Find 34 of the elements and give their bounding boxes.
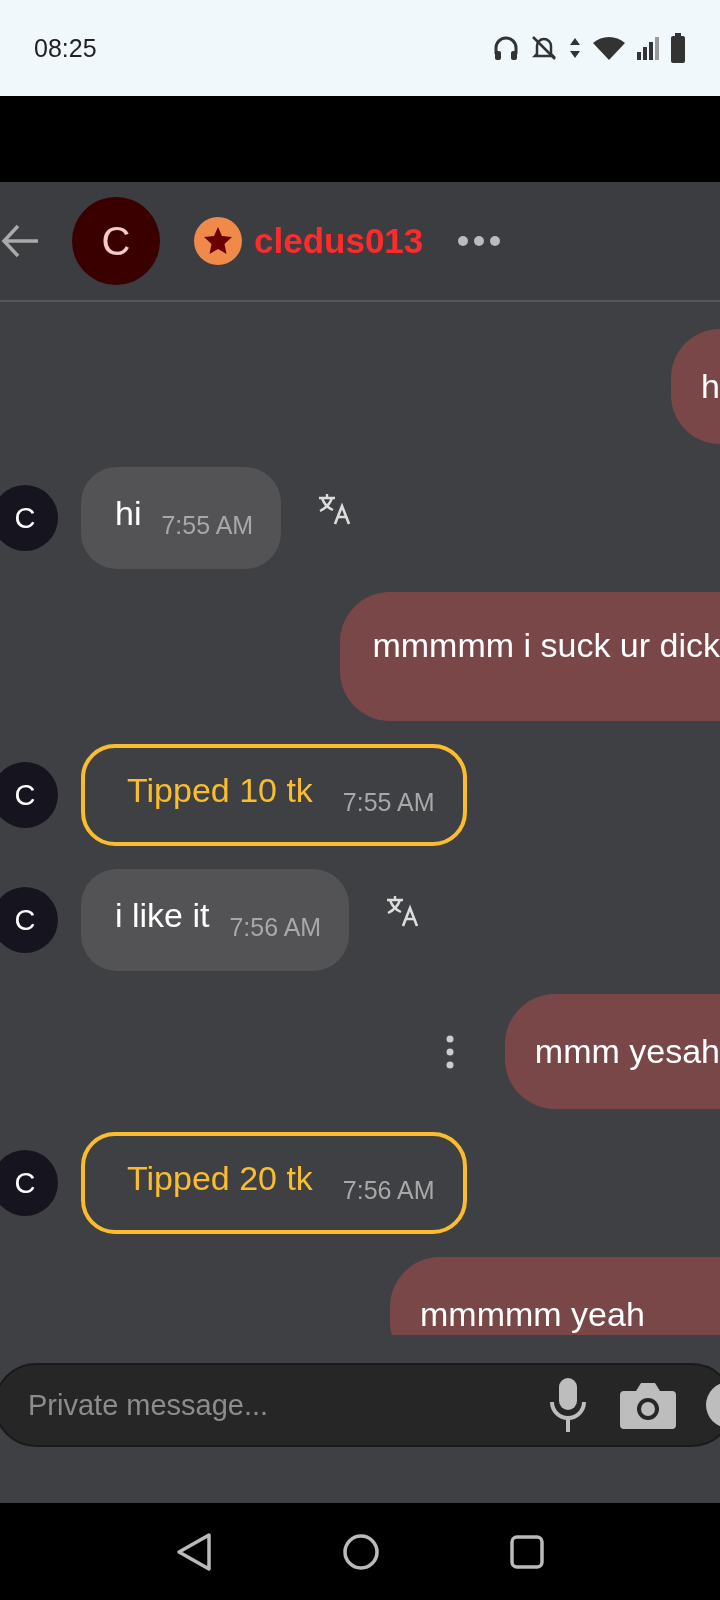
- wifi-icon: [592, 35, 626, 61]
- message-text: mmm yesah: [534, 1032, 720, 1071]
- more-icon[interactable]: [457, 235, 502, 247]
- sender-avatar[interactable]: C: [0, 887, 58, 953]
- nav-recents-icon[interactable]: [509, 1533, 546, 1570]
- user-avatar[interactable]: C: [72, 197, 160, 285]
- message-text: i like it: [115, 895, 210, 935]
- sender-avatar[interactable]: C: [0, 1150, 58, 1216]
- nav-back-icon[interactable]: [174, 1531, 213, 1572]
- nav-home-icon[interactable]: [342, 1532, 380, 1571]
- message-field[interactable]: Private message...: [0, 1363, 720, 1447]
- message-input[interactable]: Private message...: [26, 1387, 548, 1423]
- message-text: hi: [115, 493, 142, 533]
- battery-icon: [670, 33, 686, 63]
- sender-avatar[interactable]: C: [0, 762, 58, 828]
- microphone-icon[interactable]: [548, 1378, 588, 1432]
- camera-icon[interactable]: [620, 1381, 676, 1429]
- tip-text: Tipped 10 tk: [127, 770, 313, 810]
- tip-text: Tipped 20 tk: [127, 1158, 313, 1198]
- more-icon[interactable]: [444, 1033, 455, 1070]
- status-time: 08:25: [34, 33, 97, 63]
- muted-bell-icon: [530, 34, 558, 62]
- message-text: mmmmm yeah: [420, 1295, 645, 1334]
- message-text: mmmmm i suck ur dick: [372, 626, 720, 665]
- headphones-icon: [492, 34, 520, 62]
- message-time: 7:56 AM: [229, 912, 322, 942]
- signal-icon: [636, 36, 660, 60]
- message-time: 7:55 AM: [161, 510, 254, 540]
- star-badge-icon: [194, 217, 242, 265]
- message-text: h: [701, 367, 720, 406]
- message-time: 7:55 AM: [342, 787, 435, 817]
- sender-avatar[interactable]: C: [0, 485, 58, 551]
- message-time: 7:56 AM: [342, 1175, 435, 1205]
- data-arrows-icon: [568, 36, 582, 60]
